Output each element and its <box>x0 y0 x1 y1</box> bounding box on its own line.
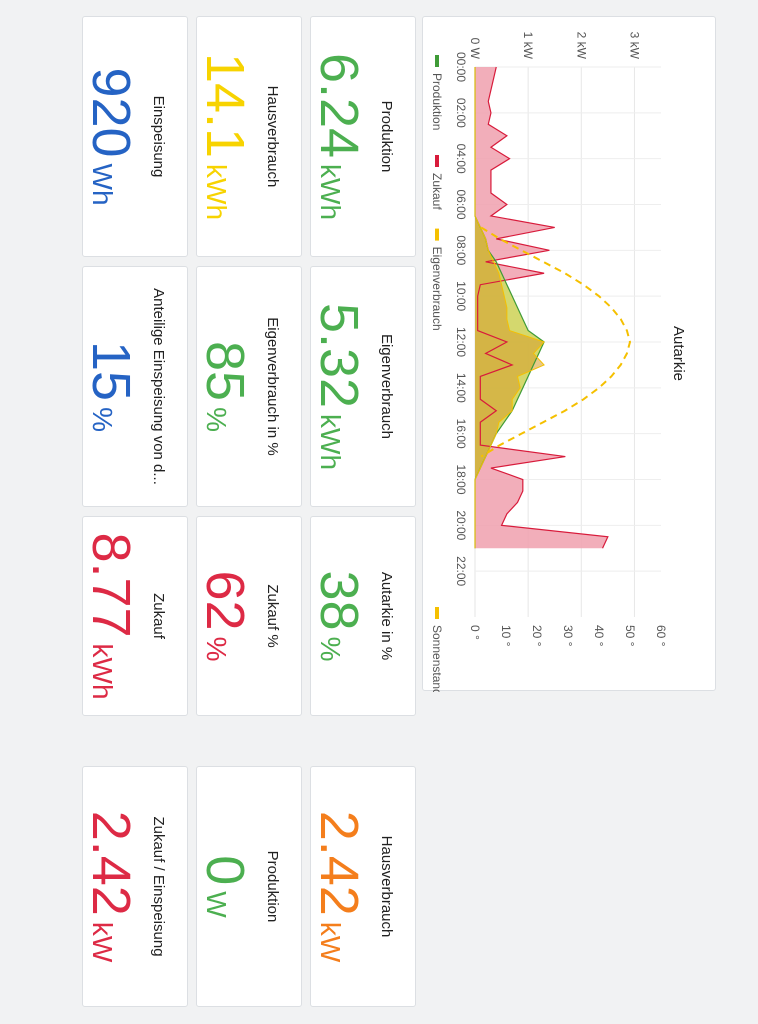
stat-title: Hausverbrauch <box>378 835 395 938</box>
stat-title: Eigenverbrauch in % <box>264 317 281 456</box>
stat-title: Zukauf <box>150 593 167 639</box>
legend-zukauf-swatch <box>435 155 439 167</box>
y-left-tick-label: 3 kW <box>627 32 641 60</box>
stat-unit: kWh <box>201 164 232 221</box>
stat-title: Autarkie in % <box>378 571 395 661</box>
stat-value: 920 Wh <box>81 67 141 206</box>
chart-panel-autarkie[interactable]: Autarkie 0 W1 kW 2 kW 3 kW 0 ° 10 ° 20 ° 30 ° 4… <box>421 16 716 692</box>
x-tick-label: 06:00 <box>454 189 468 219</box>
legend-produktion-label: Produktion <box>430 73 444 130</box>
x-tick-label: 16:00 <box>454 419 468 449</box>
stat-unit: W <box>201 891 232 918</box>
stat-panel-anteilige-einspeisung[interactable]: Anteilige Einspeisung von d... 15% <box>81 266 188 507</box>
stat-unit: kWh <box>87 643 118 700</box>
stat-number: 85 <box>195 341 255 402</box>
stat-unit: Wh <box>87 163 118 206</box>
stat-unit: % <box>201 636 232 662</box>
x-tick-label: 20:00 <box>454 510 468 540</box>
stat-value: 14.1 kWh <box>195 52 255 221</box>
legend-eigenverbrauch-swatch <box>435 228 439 241</box>
x-tick-label: 22:00 <box>454 556 468 586</box>
stat-panel-hausverbrauch[interactable]: Hausverbrauch 14.1 kWh <box>195 16 302 257</box>
stat-value: 85% <box>195 341 255 432</box>
y-right-tick-label: 0 ° <box>468 625 482 640</box>
y-right-tick-label: 60 ° <box>654 625 668 647</box>
stat-number: 5.32 <box>309 302 369 409</box>
stat-panel-zukauf[interactable]: Zukauf 8.77 kWh <box>81 516 188 716</box>
stat-value: 62% <box>195 570 255 662</box>
stat-unit: kW <box>87 921 118 963</box>
stat-number: 6.24 <box>309 52 369 159</box>
stat-number: 14.1 <box>195 52 255 159</box>
stat-number: 8.77 <box>81 532 141 638</box>
stat-panel-produktion[interactable]: Produktion 6.24 kWh <box>309 16 416 257</box>
stat-unit: % <box>315 636 346 662</box>
y-right-tick-label: 50 ° <box>623 625 637 647</box>
stat-title: Zukauf / Einspeisung <box>150 816 167 957</box>
x-tick-label: 10:00 <box>454 281 468 311</box>
stat-value: 2.42 kW <box>81 810 141 963</box>
stat-number: 38 <box>309 570 369 631</box>
y-right-tick-label: 40 ° <box>592 625 606 647</box>
x-tick-label: 02:00 <box>454 98 468 128</box>
stat-value: 5.32 kWh <box>309 302 369 471</box>
stat-value: 6.24 kWh <box>309 52 369 221</box>
stat-title: Anteilige Einspeisung von d... <box>150 288 167 485</box>
y-left-tick-label: 1 kW <box>521 32 535 60</box>
stat-value: 38% <box>309 570 369 662</box>
x-tick-label: 00:00 <box>454 52 468 82</box>
stat-value: 8.77 kWh <box>81 532 141 700</box>
stat-number: 920 <box>81 67 141 158</box>
autarkie-chart[interactable]: 0 W 1 kW 2 kW 3 kW 0 ° 10 ° 20 ° 30 ° 40 ° 50 ° 60… <box>421 17 715 692</box>
y-left-tick-label: 2 kW <box>574 32 588 60</box>
y-right-tick-label: 30 ° <box>561 625 575 647</box>
x-tick-label: 12:00 <box>454 327 468 357</box>
legend-sonnenstand-swatch <box>435 607 439 619</box>
stat-panel-zukauf-prozent[interactable]: Zukauf % 62% <box>195 516 302 716</box>
stat-unit: kW <box>315 921 346 963</box>
stat-value: 15% <box>81 341 141 432</box>
x-tick-label: 08:00 <box>454 235 468 265</box>
legend-sonnenstand-label: Sonnenstand <box>430 625 444 692</box>
legend-produktion-swatch <box>435 55 439 67</box>
stat-number: 2.42 <box>81 810 141 916</box>
stat-title: Hausverbrauch <box>264 85 281 188</box>
stat-title: Produktion <box>264 850 281 923</box>
legend-zukauf-label: Zukauf <box>430 173 444 210</box>
stat-panel-eigenverbrauch[interactable]: Eigenverbrauch 5.32 kWh <box>309 266 416 507</box>
stat-unit: kWh <box>315 414 346 471</box>
y-right-tick-label: 20 ° <box>530 625 544 647</box>
stat-number: 62 <box>195 570 255 631</box>
stat-unit: % <box>201 407 232 432</box>
x-tick-label: 14:00 <box>454 373 468 403</box>
x-tick-label: 18:00 <box>454 464 468 494</box>
stat-panel-zukauf-einspeisung[interactable]: Zukauf / Einspeisung 2.42 kW <box>81 766 188 1007</box>
stat-value: 0W <box>195 855 255 918</box>
y-left-tick-label: 0 W <box>468 38 482 60</box>
dashboard: Autarkie 0 W1 kW 2 kW 3 kW 0 ° 10 ° 20 ° 30 ° 4… <box>0 0 758 1024</box>
stat-unit: kWh <box>315 164 346 221</box>
stat-title: Zukauf % <box>264 584 281 648</box>
legend-eigenverbrauch-label: Eigenverbrauch <box>430 247 444 331</box>
stat-number: 2.42 <box>309 810 369 916</box>
stat-panel-eigenverbrauch-prozent[interactable]: Eigenverbrauch in % 85% <box>195 266 302 507</box>
x-tick-label: 04:00 <box>454 144 468 174</box>
stat-title: Einspeisung <box>150 95 167 178</box>
stat-panel-hausverbrauch-leistung[interactable]: Hausverbrauch 2.42 kW <box>309 766 416 1007</box>
stat-title: Eigenverbrauch <box>378 333 395 440</box>
stat-panel-produktion-leistung[interactable]: Produktion 0W <box>195 766 302 1007</box>
stat-panel-autarkie-prozent[interactable]: Autarkie in % 38% <box>309 516 416 716</box>
stat-number: 0 <box>195 855 255 886</box>
stat-unit: % <box>87 407 118 432</box>
stat-number: 15 <box>81 341 141 402</box>
stat-panel-einspeisung[interactable]: Einspeisung 920 Wh <box>81 16 188 257</box>
stat-value: 2.42 kW <box>309 810 369 963</box>
y-right-tick-label: 10 ° <box>499 625 513 647</box>
stat-title: Produktion <box>378 100 395 173</box>
